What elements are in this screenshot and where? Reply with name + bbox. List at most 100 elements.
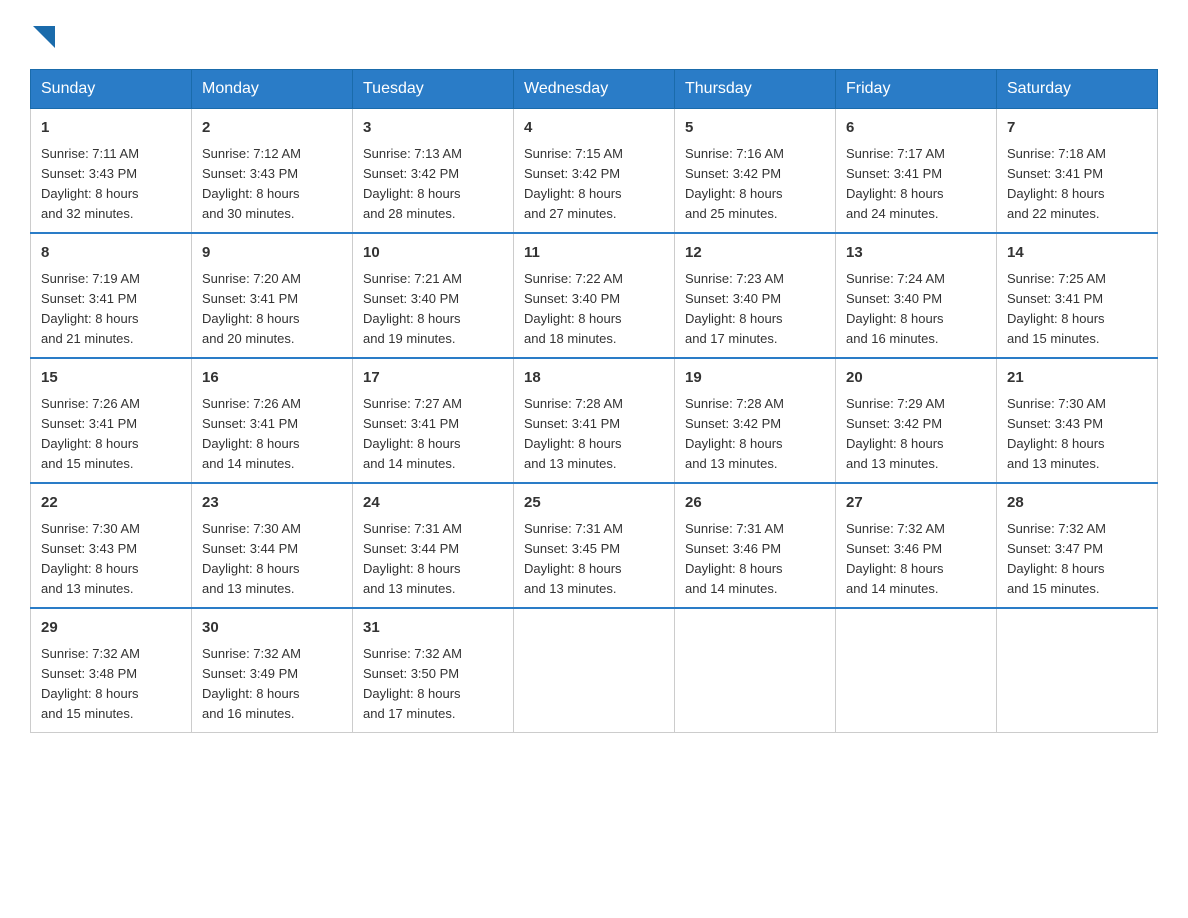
day-info: Sunrise: 7:13 AMSunset: 3:42 PMDaylight:… [363, 146, 462, 221]
day-number: 13 [846, 242, 986, 265]
day-number: 22 [41, 492, 181, 515]
day-number: 18 [524, 367, 664, 390]
day-number: 23 [202, 492, 342, 515]
day-info: Sunrise: 7:22 AMSunset: 3:40 PMDaylight:… [524, 271, 623, 346]
day-number: 28 [1007, 492, 1147, 515]
calendar-cell [997, 608, 1158, 733]
day-info: Sunrise: 7:18 AMSunset: 3:41 PMDaylight:… [1007, 146, 1106, 221]
calendar-cell: 25 Sunrise: 7:31 AMSunset: 3:45 PMDaylig… [514, 483, 675, 608]
calendar-cell: 8 Sunrise: 7:19 AMSunset: 3:41 PMDayligh… [31, 233, 192, 358]
day-number: 16 [202, 367, 342, 390]
calendar-cell: 16 Sunrise: 7:26 AMSunset: 3:41 PMDaylig… [192, 358, 353, 483]
day-number: 4 [524, 117, 664, 140]
day-info: Sunrise: 7:12 AMSunset: 3:43 PMDaylight:… [202, 146, 301, 221]
calendar-header-sunday: Sunday [31, 70, 192, 109]
day-info: Sunrise: 7:23 AMSunset: 3:40 PMDaylight:… [685, 271, 784, 346]
day-info: Sunrise: 7:32 AMSunset: 3:49 PMDaylight:… [202, 646, 301, 721]
day-number: 17 [363, 367, 503, 390]
day-number: 7 [1007, 117, 1147, 140]
day-info: Sunrise: 7:32 AMSunset: 3:50 PMDaylight:… [363, 646, 462, 721]
calendar-cell: 31 Sunrise: 7:32 AMSunset: 3:50 PMDaylig… [353, 608, 514, 733]
calendar-cell: 4 Sunrise: 7:15 AMSunset: 3:42 PMDayligh… [514, 109, 675, 234]
calendar-header-saturday: Saturday [997, 70, 1158, 109]
calendar-week-row: 15 Sunrise: 7:26 AMSunset: 3:41 PMDaylig… [31, 358, 1158, 483]
day-info: Sunrise: 7:26 AMSunset: 3:41 PMDaylight:… [202, 396, 301, 471]
logo-arrow-icon [33, 26, 55, 48]
day-number: 3 [363, 117, 503, 140]
calendar-cell: 15 Sunrise: 7:26 AMSunset: 3:41 PMDaylig… [31, 358, 192, 483]
day-number: 30 [202, 617, 342, 640]
day-info: Sunrise: 7:31 AMSunset: 3:44 PMDaylight:… [363, 521, 462, 596]
calendar-header-wednesday: Wednesday [514, 70, 675, 109]
day-number: 21 [1007, 367, 1147, 390]
calendar-cell: 30 Sunrise: 7:32 AMSunset: 3:49 PMDaylig… [192, 608, 353, 733]
day-info: Sunrise: 7:16 AMSunset: 3:42 PMDaylight:… [685, 146, 784, 221]
calendar-table: SundayMondayTuesdayWednesdayThursdayFrid… [30, 69, 1158, 733]
day-info: Sunrise: 7:26 AMSunset: 3:41 PMDaylight:… [41, 396, 140, 471]
day-number: 24 [363, 492, 503, 515]
calendar-week-row: 22 Sunrise: 7:30 AMSunset: 3:43 PMDaylig… [31, 483, 1158, 608]
day-info: Sunrise: 7:21 AMSunset: 3:40 PMDaylight:… [363, 271, 462, 346]
day-number: 29 [41, 617, 181, 640]
day-number: 12 [685, 242, 825, 265]
calendar-cell: 17 Sunrise: 7:27 AMSunset: 3:41 PMDaylig… [353, 358, 514, 483]
day-number: 11 [524, 242, 664, 265]
calendar-cell: 3 Sunrise: 7:13 AMSunset: 3:42 PMDayligh… [353, 109, 514, 234]
calendar-cell: 18 Sunrise: 7:28 AMSunset: 3:41 PMDaylig… [514, 358, 675, 483]
calendar-cell: 28 Sunrise: 7:32 AMSunset: 3:47 PMDaylig… [997, 483, 1158, 608]
day-number: 10 [363, 242, 503, 265]
calendar-cell: 23 Sunrise: 7:30 AMSunset: 3:44 PMDaylig… [192, 483, 353, 608]
calendar-cell: 1 Sunrise: 7:11 AMSunset: 3:43 PMDayligh… [31, 109, 192, 234]
day-info: Sunrise: 7:30 AMSunset: 3:44 PMDaylight:… [202, 521, 301, 596]
day-info: Sunrise: 7:20 AMSunset: 3:41 PMDaylight:… [202, 271, 301, 346]
calendar-cell: 27 Sunrise: 7:32 AMSunset: 3:46 PMDaylig… [836, 483, 997, 608]
day-info: Sunrise: 7:27 AMSunset: 3:41 PMDaylight:… [363, 396, 462, 471]
calendar-cell: 26 Sunrise: 7:31 AMSunset: 3:46 PMDaylig… [675, 483, 836, 608]
day-number: 20 [846, 367, 986, 390]
day-info: Sunrise: 7:19 AMSunset: 3:41 PMDaylight:… [41, 271, 140, 346]
page-header [30, 20, 1158, 49]
day-number: 2 [202, 117, 342, 140]
calendar-header-thursday: Thursday [675, 70, 836, 109]
calendar-cell: 22 Sunrise: 7:30 AMSunset: 3:43 PMDaylig… [31, 483, 192, 608]
day-info: Sunrise: 7:15 AMSunset: 3:42 PMDaylight:… [524, 146, 623, 221]
calendar-cell: 13 Sunrise: 7:24 AMSunset: 3:40 PMDaylig… [836, 233, 997, 358]
day-info: Sunrise: 7:24 AMSunset: 3:40 PMDaylight:… [846, 271, 945, 346]
day-number: 27 [846, 492, 986, 515]
day-info: Sunrise: 7:30 AMSunset: 3:43 PMDaylight:… [1007, 396, 1106, 471]
day-number: 5 [685, 117, 825, 140]
calendar-week-row: 8 Sunrise: 7:19 AMSunset: 3:41 PMDayligh… [31, 233, 1158, 358]
calendar-cell [514, 608, 675, 733]
calendar-cell: 19 Sunrise: 7:28 AMSunset: 3:42 PMDaylig… [675, 358, 836, 483]
calendar-cell: 29 Sunrise: 7:32 AMSunset: 3:48 PMDaylig… [31, 608, 192, 733]
calendar-cell: 11 Sunrise: 7:22 AMSunset: 3:40 PMDaylig… [514, 233, 675, 358]
day-number: 6 [846, 117, 986, 140]
day-number: 25 [524, 492, 664, 515]
calendar-cell: 5 Sunrise: 7:16 AMSunset: 3:42 PMDayligh… [675, 109, 836, 234]
calendar-cell: 10 Sunrise: 7:21 AMSunset: 3:40 PMDaylig… [353, 233, 514, 358]
calendar-cell [675, 608, 836, 733]
calendar-header-row: SundayMondayTuesdayWednesdayThursdayFrid… [31, 70, 1158, 109]
day-info: Sunrise: 7:17 AMSunset: 3:41 PMDaylight:… [846, 146, 945, 221]
day-info: Sunrise: 7:32 AMSunset: 3:48 PMDaylight:… [41, 646, 140, 721]
calendar-header-tuesday: Tuesday [353, 70, 514, 109]
calendar-week-row: 29 Sunrise: 7:32 AMSunset: 3:48 PMDaylig… [31, 608, 1158, 733]
day-number: 19 [685, 367, 825, 390]
day-info: Sunrise: 7:29 AMSunset: 3:42 PMDaylight:… [846, 396, 945, 471]
calendar-cell: 9 Sunrise: 7:20 AMSunset: 3:41 PMDayligh… [192, 233, 353, 358]
calendar-header-monday: Monday [192, 70, 353, 109]
calendar-cell: 2 Sunrise: 7:12 AMSunset: 3:43 PMDayligh… [192, 109, 353, 234]
day-info: Sunrise: 7:32 AMSunset: 3:47 PMDaylight:… [1007, 521, 1106, 596]
day-info: Sunrise: 7:31 AMSunset: 3:46 PMDaylight:… [685, 521, 784, 596]
calendar-cell: 12 Sunrise: 7:23 AMSunset: 3:40 PMDaylig… [675, 233, 836, 358]
day-number: 26 [685, 492, 825, 515]
day-number: 14 [1007, 242, 1147, 265]
day-number: 31 [363, 617, 503, 640]
logo [30, 20, 55, 49]
day-number: 15 [41, 367, 181, 390]
calendar-cell: 24 Sunrise: 7:31 AMSunset: 3:44 PMDaylig… [353, 483, 514, 608]
calendar-cell: 14 Sunrise: 7:25 AMSunset: 3:41 PMDaylig… [997, 233, 1158, 358]
calendar-cell: 6 Sunrise: 7:17 AMSunset: 3:41 PMDayligh… [836, 109, 997, 234]
day-info: Sunrise: 7:30 AMSunset: 3:43 PMDaylight:… [41, 521, 140, 596]
day-number: 1 [41, 117, 181, 140]
